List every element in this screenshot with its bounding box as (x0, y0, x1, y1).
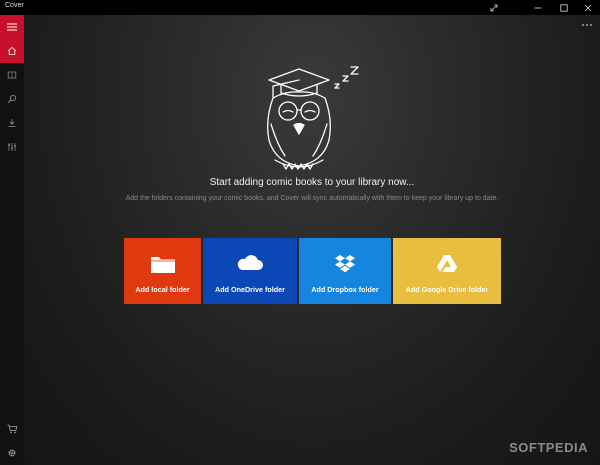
watermark: SOFTPEDIA (509, 440, 588, 455)
add-dropbox-folder-button[interactable]: Add Dropbox folder (299, 238, 391, 304)
rail-item-store[interactable] (0, 417, 24, 441)
rail-item-settings[interactable] (0, 441, 24, 465)
sliders-icon (8, 143, 16, 151)
title-bar: Cover (0, 0, 600, 15)
hamburger-menu-button[interactable] (0, 15, 24, 39)
empty-state-description: Add the folders containing your comic bo… (125, 195, 499, 202)
empty-state-headline: Start adding comic books to your library… (209, 177, 415, 188)
more-options-button[interactable] (580, 19, 594, 31)
tile-label: Add Dropbox folder (311, 285, 379, 294)
tile-label: Add Google Drive folder (405, 285, 489, 294)
app-title: Cover (5, 2, 24, 9)
maximize-icon (560, 3, 568, 12)
book-icon (7, 71, 17, 79)
google-drive-icon (437, 255, 457, 272)
hamburger-icon (7, 23, 17, 31)
more-icon (582, 24, 592, 26)
dropbox-icon (335, 255, 355, 273)
main-content: Start adding comic books to your library… (24, 15, 600, 465)
minimize-button[interactable] (526, 0, 550, 15)
sleeping-owl-icon (267, 66, 359, 170)
search-icon (7, 95, 16, 104)
maximize-button[interactable] (552, 0, 576, 15)
add-onedrive-folder-button[interactable]: Add OneDrive folder (203, 238, 297, 304)
close-icon (584, 4, 592, 11)
home-icon (7, 46, 17, 55)
gear-icon (8, 449, 16, 457)
minimize-icon (534, 7, 542, 8)
tile-label: Add local folder (135, 285, 190, 294)
cart-icon (7, 424, 17, 434)
rail-item-home[interactable] (0, 39, 24, 63)
add-local-folder-button[interactable]: Add local folder (124, 238, 201, 304)
rail-item-library[interactable] (0, 63, 24, 87)
tile-label: Add OneDrive folder (215, 285, 285, 294)
download-icon (8, 119, 16, 127)
navigation-rail (0, 15, 24, 465)
expand-icon (490, 4, 498, 11)
folder-icon (150, 257, 175, 273)
cloud-icon (237, 255, 263, 270)
add-google-drive-folder-button[interactable]: Add Google Drive folder (393, 238, 501, 304)
close-button[interactable] (576, 0, 600, 15)
rail-item-downloads[interactable] (0, 111, 24, 135)
rail-item-search[interactable] (0, 87, 24, 111)
fullscreen-button[interactable] (482, 0, 506, 15)
rail-item-filters[interactable] (0, 135, 24, 159)
